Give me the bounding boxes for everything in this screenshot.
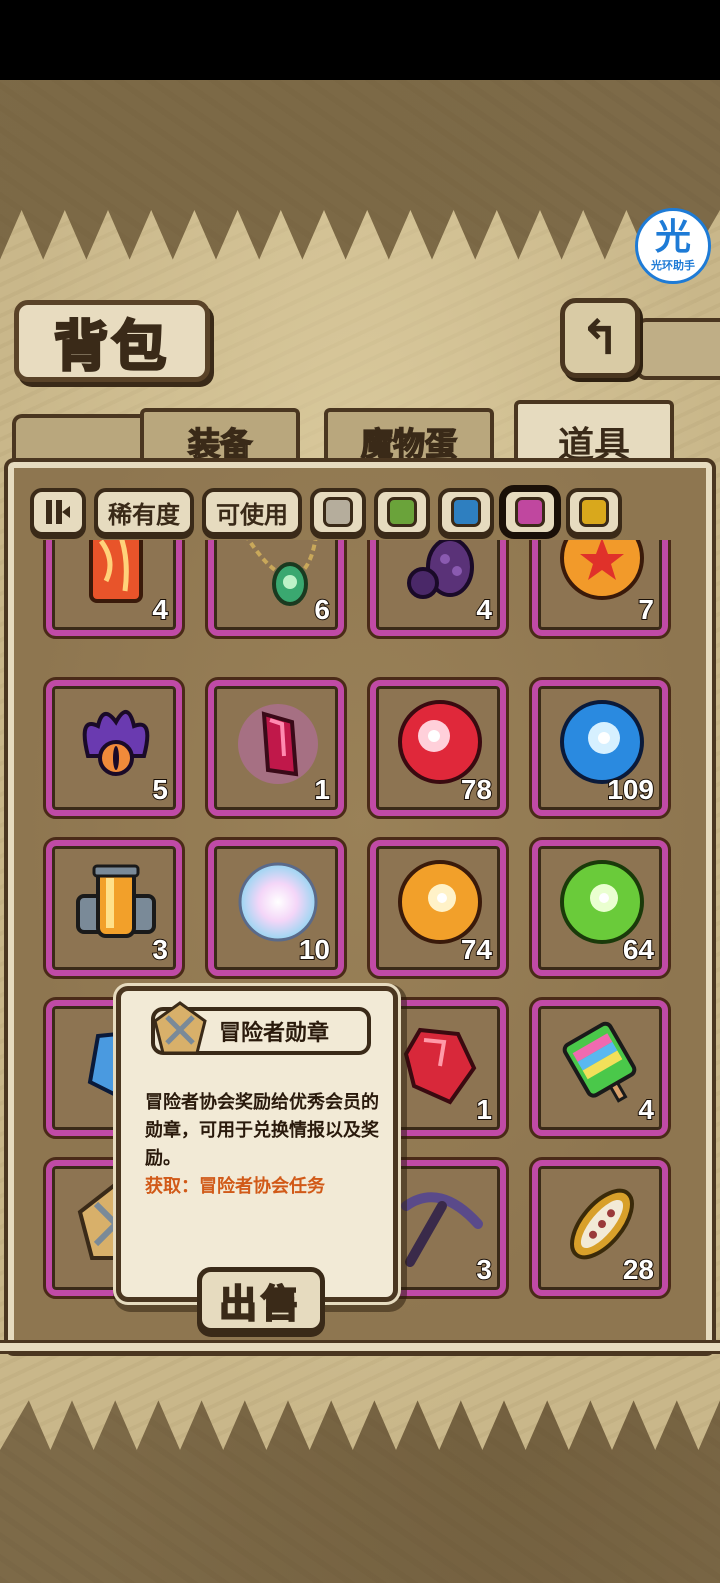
return-icon: ↰ xyxy=(579,310,621,366)
tab-label: 道具 xyxy=(557,425,630,466)
item-count: 10 xyxy=(298,933,331,966)
crimson-crystal-icon xyxy=(230,696,326,792)
blue-swatch xyxy=(451,497,481,527)
item-tooltip: 冒险者勋章 冒险者协会奖励给优秀会员的勋章，可用于兑换情报以及奖励。 获取：冒险… xyxy=(116,986,398,1333)
item-count: 1 xyxy=(313,773,331,806)
watermark-badge[interactable]: 光 光环助手 xyxy=(635,208,711,284)
item-count: 5 xyxy=(151,773,169,806)
item-count: 28 xyxy=(622,1253,655,1286)
color-filter-purple[interactable] xyxy=(502,488,558,536)
pickaxe-icon xyxy=(392,1176,488,1272)
green-swatch xyxy=(387,497,417,527)
usable-label: 可使用 xyxy=(216,500,288,529)
item-slot[interactable]: 5 xyxy=(43,677,185,819)
gold-swatch xyxy=(579,497,609,527)
purple-swatch xyxy=(515,497,545,527)
item-count: 4 xyxy=(151,593,169,626)
tab-label: 装备 xyxy=(187,424,253,464)
status-bar-area xyxy=(0,0,720,80)
item-slot[interactable]: 3 xyxy=(43,837,185,979)
tooltip-description-block: 冒险者协会奖励给优秀会员的勋章，可用于兑换情报以及奖励。 获取：冒险者协会任务 xyxy=(145,1089,385,1201)
sort-toggle-button[interactable] xyxy=(30,488,86,536)
tentacle-eye-icon xyxy=(68,696,164,792)
tooltip-item-name: 冒险者勋章 xyxy=(219,1021,330,1046)
return-button[interactable]: ↰ xyxy=(560,298,640,378)
rarity-label: 稀有度 xyxy=(108,500,180,529)
item-count: 1 xyxy=(475,1093,493,1126)
gray-swatch xyxy=(323,497,353,527)
sell-button[interactable]: 出售 xyxy=(197,1267,325,1333)
item-slot[interactable]: 1 xyxy=(205,677,347,819)
color-filter-blue[interactable] xyxy=(438,488,494,536)
item-slot[interactable]: 4 xyxy=(367,540,509,639)
color-filter-green[interactable] xyxy=(374,488,430,536)
item-count: 7 xyxy=(637,593,655,626)
watermark-text: 光环助手 xyxy=(651,259,695,272)
color-filter-gold[interactable] xyxy=(566,488,622,536)
item-slot[interactable]: 4 xyxy=(43,540,185,639)
page-title-plate: 背包 xyxy=(14,300,210,382)
rainbow-popsicle-icon xyxy=(554,1016,650,1112)
item-count: 64 xyxy=(622,933,655,966)
gem-necklace-icon xyxy=(230,540,326,612)
item-count: 109 xyxy=(606,773,655,806)
item-slot[interactable]: 109 xyxy=(529,677,671,819)
purple-egg-icon xyxy=(392,540,488,612)
filter-bar: 稀有度 可使用 xyxy=(30,486,622,538)
tooltip-description: 冒险者协会奖励给优秀会员的勋章，可用于兑换情报以及奖励。 xyxy=(145,1092,379,1169)
item-count: 4 xyxy=(637,1093,655,1126)
item-count: 4 xyxy=(475,593,493,626)
item-count: 74 xyxy=(460,933,493,966)
item-count: 78 xyxy=(460,773,493,806)
item-slot[interactable]: 6 xyxy=(205,540,347,639)
item-slot[interactable]: 4 xyxy=(529,997,671,1139)
sell-label: 出售 xyxy=(218,1280,303,1327)
page-title: 背包 xyxy=(53,312,170,379)
sort-toggle-icon xyxy=(46,500,70,524)
red-gem-icon xyxy=(392,1016,488,1112)
item-slot[interactable]: 64 xyxy=(529,837,671,979)
rarity-filter-button[interactable]: 稀有度 xyxy=(94,488,194,536)
item-count: 3 xyxy=(151,933,169,966)
amber-block-icon xyxy=(68,540,164,612)
tab-label: 魔物蛋 xyxy=(360,424,458,464)
star-orb-icon xyxy=(554,540,650,612)
return-bar xyxy=(636,318,720,380)
adventurer-medal-icon xyxy=(153,1001,207,1055)
color-filter-gray[interactable] xyxy=(310,488,366,536)
item-slot[interactable]: 28 xyxy=(529,1157,671,1299)
item-count: 6 xyxy=(313,593,331,626)
item-slot[interactable]: 10 xyxy=(205,837,347,979)
panel-bottom-border xyxy=(0,1340,720,1354)
item-slot[interactable]: 74 xyxy=(367,837,509,979)
energy-canister-icon xyxy=(68,856,164,952)
usable-filter-button[interactable]: 可使用 xyxy=(202,488,302,536)
watermark-glyph: 光 xyxy=(654,217,691,258)
tooltip-source: 获取：冒险者协会任务 xyxy=(145,1176,325,1197)
item-count: 3 xyxy=(475,1253,493,1286)
item-slot[interactable]: 78 xyxy=(367,677,509,819)
item-slot[interactable]: 7 xyxy=(529,540,671,639)
